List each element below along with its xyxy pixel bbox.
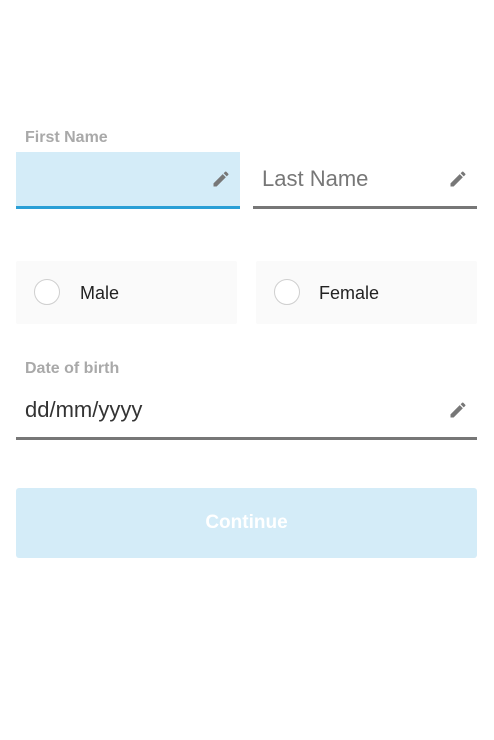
first-name-field[interactable] xyxy=(16,152,240,209)
radio-button-male[interactable] xyxy=(34,279,60,305)
gender-option-label: Female xyxy=(319,283,380,303)
registration-form: First Name Male Female Date of birth Con… xyxy=(0,0,494,740)
pencil-icon[interactable] xyxy=(448,400,468,420)
continue-button[interactable]: Continue xyxy=(16,488,477,558)
first-name-input[interactable] xyxy=(25,152,205,206)
radio-button-female[interactable] xyxy=(274,279,300,305)
last-name-input[interactable] xyxy=(262,152,442,206)
date-of-birth-input[interactable] xyxy=(25,383,425,437)
gender-option-female[interactable]: Female xyxy=(256,261,477,324)
date-of-birth-field[interactable] xyxy=(16,383,477,440)
pencil-icon[interactable] xyxy=(211,169,231,189)
last-name-field[interactable] xyxy=(253,152,477,209)
gender-option-label: Male xyxy=(80,283,120,303)
first-name-label: First Name xyxy=(25,129,108,146)
date-of-birth-label: Date of birth xyxy=(25,360,120,377)
gender-option-male[interactable]: Male xyxy=(16,261,237,324)
pencil-icon[interactable] xyxy=(448,169,468,189)
